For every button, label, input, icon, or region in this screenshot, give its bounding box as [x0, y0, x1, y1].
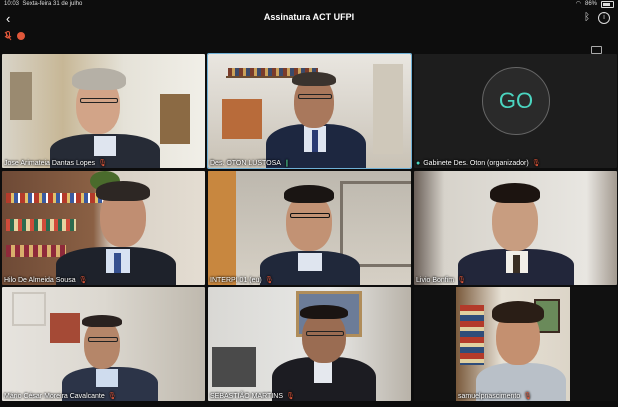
participant-name: Des. OTON LUSTOSA — [210, 159, 281, 167]
bluetooth-icon[interactable]: ᛒ — [584, 12, 590, 23]
participant-tile[interactable]: INTERPI 01 (eu) 🎙︎ — [208, 171, 411, 285]
participant-name: Gabinete Des. Oton (organizador) — [423, 159, 529, 167]
participant-name: Mário César Moreira Cavalcante — [4, 392, 105, 400]
participant-tile[interactable]: Mário César Moreira Cavalcante 🎙︎ — [2, 287, 205, 401]
info-button[interactable]: i — [598, 12, 610, 24]
meeting-header: ‹ Assinatura ACT UFPI ᛒ i — [0, 8, 618, 30]
participant-name: Hilo De Almeida Sousa — [4, 276, 76, 284]
mic-muted-icon: 🎙︎ — [457, 277, 467, 284]
participant-name: INTERPI 01 (eu) — [210, 276, 262, 284]
participant-name: samuelpnascimento — [458, 392, 521, 400]
participant-tile[interactable]: samuelpnascimento 🎙︎ — [414, 287, 617, 401]
battery-icon — [601, 0, 614, 8]
organizer-indicator-icon: ● — [416, 159, 421, 167]
record-icon[interactable] — [17, 32, 25, 40]
participant-name: Livio Bonfim — [416, 276, 455, 284]
participant-tile[interactable]: Jose Arimateia Dantas Lopes 🎙︎ — [2, 54, 205, 168]
layout-switch-icon[interactable] — [591, 46, 602, 54]
battery-percent: 86% — [584, 1, 597, 7]
meeting-title: Assinatura ACT UFPI — [263, 12, 355, 22]
mic-muted-icon: 🎙︎ — [78, 277, 88, 284]
participant-tile[interactable]: GO ● Gabinete Des. Oton (organizador) 🎙︎ — [414, 54, 617, 168]
participant-tile[interactable]: Livio Bonfim 🎙︎ — [414, 171, 617, 285]
mic-muted-icon: 🎙︎ — [98, 160, 107, 167]
participant-name: Jose Arimateia Dantas Lopes — [4, 159, 96, 167]
video-grid: Jose Arimateia Dantas Lopes 🎙︎ Des. OTON … — [0, 53, 618, 401]
participant-tile[interactable]: Hilo De Almeida Sousa 🎙︎ — [2, 171, 205, 285]
mic-speaking-icon: ❙ — [283, 160, 290, 167]
mic-muted-icon: 🎙︎ — [264, 277, 274, 284]
participant-tile-active-speaker[interactable]: Des. OTON LUSTOSA ❙ — [207, 53, 412, 169]
participant-tile[interactable]: SEBASTIÃO MARTINS 🎙︎ — [208, 287, 411, 401]
status-bar: 10:03 Sexta-feira 31 de julho ◠ 86% — [0, 0, 618, 8]
participant-avatar: GO — [482, 67, 550, 135]
participant-name: SEBASTIÃO MARTINS — [210, 392, 283, 400]
mic-muted-icon: 🎙︎ — [531, 160, 541, 167]
status-time: 10:03 Sexta-feira 31 de julho — [4, 1, 83, 7]
mic-muted-icon: 🎙︎ — [523, 393, 533, 400]
wifi-icon: ◠ — [575, 1, 581, 7]
mic-muted-icon: 🎙︎ — [107, 393, 117, 400]
mic-muted-icon: 🎙︎ — [286, 393, 295, 400]
mic-muted-icon[interactable] — [4, 31, 12, 41]
